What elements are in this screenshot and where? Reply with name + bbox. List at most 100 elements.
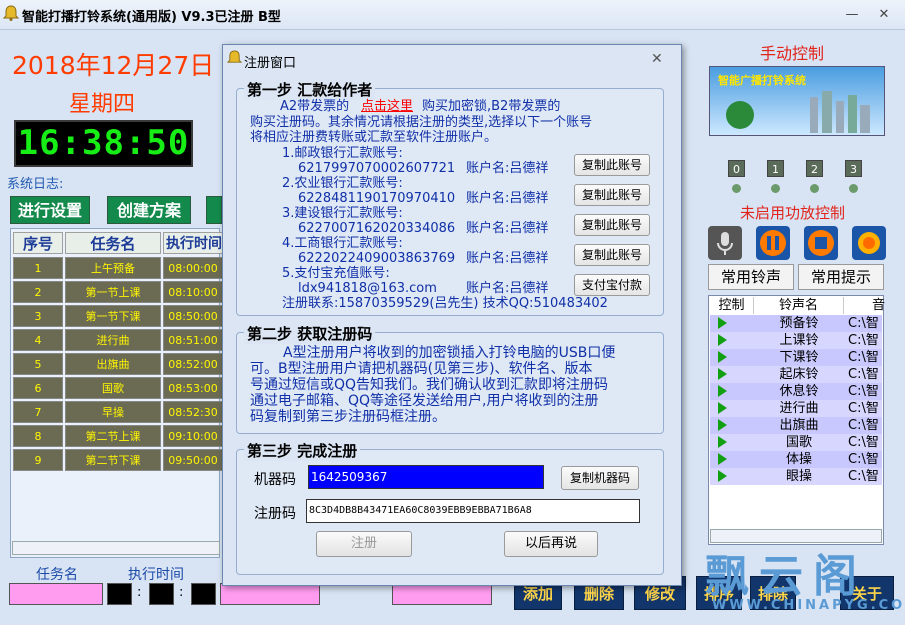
task-cell-time[interactable]: 09:50:00 bbox=[163, 449, 223, 471]
buy-dongle-link[interactable]: 点击这里 bbox=[361, 99, 413, 114]
create-plan-button[interactable]: 创建方案 bbox=[107, 196, 191, 224]
play-icon[interactable] bbox=[718, 368, 727, 380]
step3-title: 第三步 完成注册 bbox=[244, 440, 361, 461]
copy-account-button[interactable]: 复制此账号 bbox=[574, 184, 650, 206]
dialog-close-icon[interactable]: ✕ bbox=[651, 51, 663, 67]
step1-intro-d: 将相应注册费转账或汇款至软件注册账户。 bbox=[250, 130, 498, 145]
stop-icon[interactable] bbox=[804, 226, 838, 260]
option-select[interactable] bbox=[392, 583, 492, 605]
account-number: 6228481190170970410 bbox=[298, 191, 456, 206]
exec-time-label: 执行时间 bbox=[128, 567, 184, 583]
ring-name: 起床铃 bbox=[779, 367, 819, 382]
play-icon[interactable] bbox=[718, 470, 727, 482]
hour-input[interactable] bbox=[107, 583, 132, 605]
tab-common-prompts[interactable]: 常用提示 bbox=[798, 264, 884, 290]
copy-account-button[interactable]: 复制此账号 bbox=[574, 214, 650, 236]
task-cell-time[interactable]: 08:10:00 bbox=[163, 281, 223, 303]
zone-button[interactable]: 0 bbox=[728, 160, 745, 177]
task-cell-name[interactable]: 早操 bbox=[65, 401, 161, 423]
task-cell-name[interactable]: 出旗曲 bbox=[65, 353, 161, 375]
ring-name: 上课铃 bbox=[779, 333, 819, 348]
second-input[interactable] bbox=[191, 583, 216, 605]
task-cell-time[interactable]: 08:52:30 bbox=[163, 401, 223, 423]
task-cell-time[interactable]: 08:52:00 bbox=[163, 353, 223, 375]
reg-code-input[interactable]: 8C3D4DB8B43471EA60C8039EBB9EBBA71B6A8 bbox=[306, 499, 640, 523]
play-icon[interactable] bbox=[718, 419, 727, 431]
task-cell-index[interactable]: 7 bbox=[13, 401, 63, 423]
task-cell-time[interactable]: 08:00:00 bbox=[163, 257, 223, 279]
account-number: 6227007162020334086 bbox=[298, 221, 456, 236]
task-cell-index[interactable]: 5 bbox=[13, 353, 63, 375]
task-table-scrollbar[interactable] bbox=[12, 541, 220, 555]
ring-path: C:\智 bbox=[848, 350, 879, 365]
microphone-icon[interactable] bbox=[708, 226, 742, 260]
account-holder: 账户名:吕德祥 bbox=[466, 191, 549, 206]
zone-button[interactable]: 2 bbox=[806, 160, 823, 177]
more-button[interactable] bbox=[206, 196, 222, 224]
copy-account-button[interactable]: 复制此账号 bbox=[574, 244, 650, 266]
zone-indicator bbox=[732, 184, 741, 193]
play-icon[interactable] bbox=[718, 436, 727, 448]
copy-machine-code-button[interactable]: 复制机器码 bbox=[561, 466, 639, 490]
task-cell-index[interactable]: 9 bbox=[13, 449, 63, 471]
task-cell-time[interactable]: 08:51:00 bbox=[163, 329, 223, 351]
copy-account-button[interactable]: 支付宝付款 bbox=[574, 274, 650, 296]
task-cell-index[interactable]: 2 bbox=[13, 281, 63, 303]
col-header-index: 序号 bbox=[13, 232, 63, 254]
copy-account-button[interactable]: 复制此账号 bbox=[574, 154, 650, 176]
zone-indicator bbox=[810, 184, 819, 193]
pause-icon[interactable] bbox=[756, 226, 790, 260]
step1-title: 第一步 汇款给作者 bbox=[244, 79, 376, 100]
step2-line-5: 码复制到第三步注册码框注册。 bbox=[250, 409, 446, 425]
task-name-input[interactable] bbox=[9, 583, 103, 605]
task-cell-name[interactable]: 第一节下课 bbox=[65, 305, 161, 327]
bell-icon bbox=[227, 50, 242, 63]
ring-path: C:\智 bbox=[848, 384, 879, 399]
task-cell-name[interactable]: 进行曲 bbox=[65, 329, 161, 351]
ring-name: 体操 bbox=[785, 452, 812, 467]
banner-text: 智能广播打铃系统 bbox=[718, 74, 806, 87]
task-cell-index[interactable]: 6 bbox=[13, 377, 63, 399]
register-button[interactable]: 注册 bbox=[316, 531, 412, 557]
play-icon[interactable] bbox=[718, 385, 727, 397]
later-button[interactable]: 以后再说 bbox=[504, 531, 598, 557]
ring-col-name: 铃声名 bbox=[754, 297, 844, 314]
task-cell-time[interactable]: 08:53:00 bbox=[163, 377, 223, 399]
step2-line-1: A型注册用户将收到的加密锁插入打铃电脑的USB口便 bbox=[283, 345, 616, 361]
step1-intro-c: 购买注册码。其余情况请根据注册的类型,选择以下一个账号 bbox=[250, 115, 593, 130]
amp-status: 未启用功放控制 bbox=[740, 204, 846, 222]
task-cell-name[interactable]: 第二节下课 bbox=[65, 449, 161, 471]
task-cell-index[interactable]: 4 bbox=[13, 329, 63, 351]
task-cell-time[interactable]: 08:50:00 bbox=[163, 305, 223, 327]
play-icon[interactable] bbox=[718, 453, 727, 465]
zone-button[interactable]: 3 bbox=[845, 160, 862, 177]
settings-button[interactable]: 进行设置 bbox=[10, 196, 90, 224]
task-cell-index[interactable]: 1 bbox=[13, 257, 63, 279]
task-cell-name[interactable]: 上午预备 bbox=[65, 257, 161, 279]
record-icon[interactable] bbox=[852, 226, 886, 260]
play-icon[interactable] bbox=[718, 351, 727, 363]
task-cell-index[interactable]: 8 bbox=[13, 425, 63, 447]
task-cell-name[interactable]: 第二节上课 bbox=[65, 425, 161, 447]
ring-select[interactable] bbox=[220, 583, 320, 605]
close-icon[interactable]: ✕ bbox=[874, 6, 894, 24]
ring-name: 进行曲 bbox=[779, 401, 819, 416]
play-icon[interactable] bbox=[718, 402, 727, 414]
minute-input[interactable] bbox=[149, 583, 174, 605]
step1-intro-b: 购买加密锁,B2带发票的 bbox=[422, 99, 561, 114]
task-cell-time[interactable]: 09:10:00 bbox=[163, 425, 223, 447]
play-icon[interactable] bbox=[718, 317, 727, 329]
step2-line-4: 通过电子邮箱、QQ等途径发送给用户,用户将收到的注册 bbox=[250, 393, 599, 409]
time-separator: : bbox=[137, 585, 142, 600]
zone-button[interactable]: 1 bbox=[767, 160, 784, 177]
minimize-icon[interactable]: — bbox=[842, 6, 862, 24]
task-cell-name[interactable]: 国歌 bbox=[65, 377, 161, 399]
play-icon[interactable] bbox=[718, 334, 727, 346]
machine-code-field[interactable]: 1642509367 bbox=[308, 465, 544, 489]
ring-path: C:\智 bbox=[848, 401, 879, 416]
task-cell-name[interactable]: 第一节上课 bbox=[65, 281, 161, 303]
task-cell-index[interactable]: 3 bbox=[13, 305, 63, 327]
tab-common-rings[interactable]: 常用铃声 bbox=[708, 264, 794, 290]
account-holder: 账户名:吕德祥 bbox=[466, 161, 549, 176]
banner-image: 智能广播打铃系统 bbox=[709, 66, 885, 136]
